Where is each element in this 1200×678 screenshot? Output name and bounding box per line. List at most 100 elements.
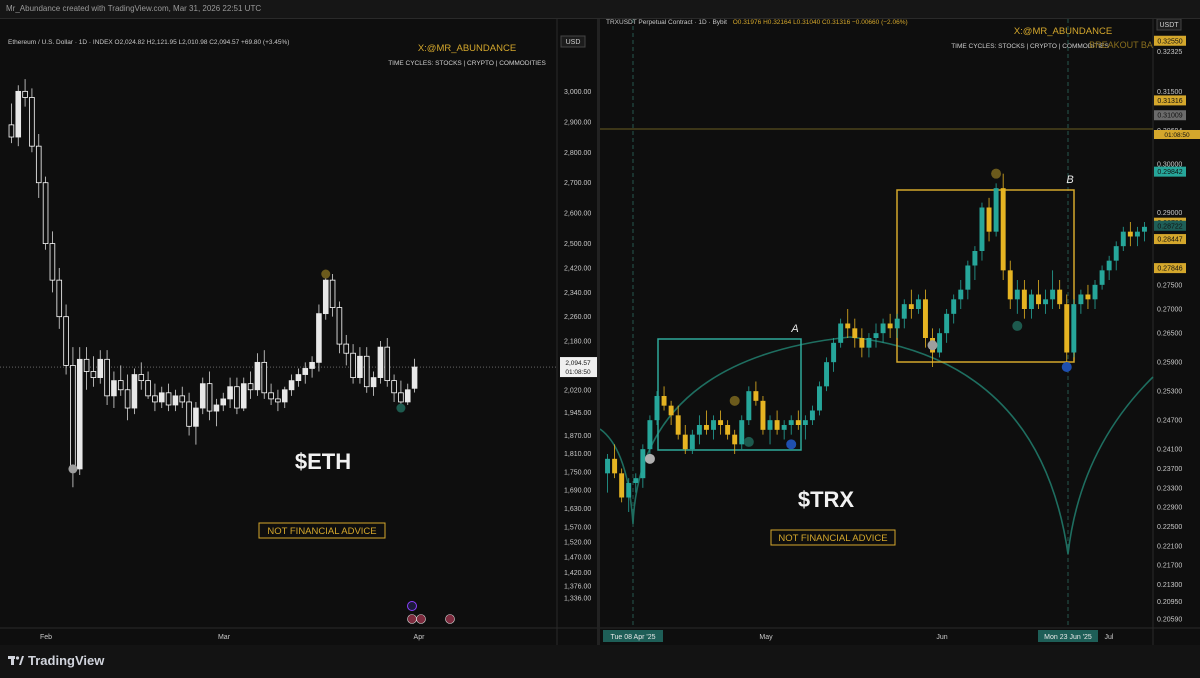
eth-candle-body (295, 374, 302, 382)
trx-legend-pair: TRXUSDT Perpetual Contract · 1D · Bybit (606, 19, 727, 26)
eth-y-tick-label: 1,810.00 (564, 451, 591, 458)
trx-candle-body (788, 420, 794, 425)
flag-icon[interactable] (445, 614, 455, 624)
eth-event-icons[interactable] (407, 601, 455, 624)
trx-chart-pane[interactable]: TRXUSDT Perpetual Contract · 1D · Bybit … (600, 19, 1200, 645)
trx-candle-body (809, 410, 815, 421)
trx-candle-body (908, 304, 914, 309)
trx-price-tag-value: 0.28447 (1157, 237, 1182, 244)
eth-candle-body (35, 145, 42, 184)
eth-watermark-sub: TIME CYCLES: STOCKS | CRYPTO | COMMODITI… (388, 60, 546, 67)
eth-candle-body (179, 395, 186, 403)
trx-candle-body (746, 391, 752, 421)
trx-y-tick-label: 0.21300 (1157, 582, 1182, 589)
trx-candle-body (626, 483, 632, 498)
trx-chart-svg[interactable]: USDT X:@MR_ABUNDANCE TIME CYCLES: STOCKS… (600, 19, 1200, 645)
eth-candle-body (49, 243, 56, 281)
eth-chart-pane[interactable]: Ethereum / U.S. Dollar · 1D · INDEX O2,0… (0, 19, 597, 645)
flag-icon[interactable] (416, 614, 426, 624)
trx-candle-body (605, 458, 611, 474)
eth-candle-body (350, 352, 356, 378)
trx-y-tick-label: 0.25900 (1157, 360, 1182, 367)
eth-candle-body (131, 374, 138, 409)
trx-price-tag-value: 0.28722 (1157, 223, 1182, 230)
eth-y-tick-label: 2,420.00 (564, 265, 591, 272)
eth-candle-body (76, 358, 83, 470)
trx-countdown: 01:08:50 (1164, 132, 1190, 139)
trx-candle-body (1120, 231, 1126, 247)
eth-candle-body (384, 346, 391, 382)
eth-candle-body (199, 383, 206, 409)
trx-price-tag-value: 0.29842 (1157, 169, 1182, 176)
trx-cycle-marker (927, 340, 938, 351)
eth-y-tick-label: 1,750.00 (564, 469, 591, 476)
trx-candle-body (887, 323, 893, 329)
trx-candle-body (619, 473, 625, 498)
trx-candle-body (1043, 299, 1049, 305)
trx-candle-body (689, 434, 695, 450)
trx-candle-body (1050, 289, 1056, 300)
trx-y-tick-label: 0.22500 (1157, 524, 1182, 531)
trx-candle-body (979, 207, 985, 251)
trx-candle-body (1134, 231, 1140, 237)
eth-y-tick-label: 2,340.00 (564, 290, 591, 297)
trx-candle-body (1057, 289, 1063, 305)
tradingview-logo[interactable]: TradingView (8, 653, 104, 668)
trx-candle-body (795, 420, 801, 425)
eth-candle-body (70, 365, 76, 470)
trx-currency-label: USDT (1159, 22, 1179, 29)
trx-x-tick-label: Mon 23 Jun '25 (1044, 634, 1092, 641)
eth-candle-body (22, 90, 28, 98)
trx-candle-body (1099, 270, 1105, 285)
trx-candle-body (1021, 289, 1027, 309)
eth-y-tick-label: 1,630.00 (564, 506, 591, 513)
trx-candle-body (647, 420, 653, 450)
trx-candle-body (739, 420, 745, 445)
trx-cycle-marker (729, 395, 740, 406)
lightning-icon[interactable] (407, 601, 417, 611)
eth-y-tick-label: 3,000.00 (564, 89, 591, 96)
eth-y-tick-label: 1,376.00 (564, 583, 591, 590)
trx-price-tag-value: 0.27846 (1157, 266, 1182, 273)
eth-candle-body (152, 395, 158, 403)
eth-candle-body (281, 389, 288, 403)
trx-y-tick-label: 0.23700 (1157, 466, 1182, 473)
eth-price-tag-value: 2,094.57 (565, 360, 591, 367)
trx-candle-body (661, 396, 667, 406)
eth-candle-body (193, 407, 199, 427)
trx-y-tick-label: 0.20590 (1157, 616, 1182, 623)
flag-icon[interactable] (407, 614, 417, 624)
tradingview-brand-text: TradingView (28, 653, 105, 668)
trx-y-tick-label: 0.22900 (1157, 505, 1182, 512)
trx-candle-body (845, 323, 851, 329)
trx-candle-body (711, 420, 716, 430)
eth-y-tick-label: 2,020.00 (564, 387, 591, 394)
eth-candle-body (172, 395, 179, 406)
trx-price-tag-value: 0.31009 (1157, 113, 1182, 120)
trx-candle-body (682, 434, 688, 450)
tradingview-logo-icon (8, 656, 24, 665)
trx-candle-body (767, 420, 773, 430)
eth-chart-svg[interactable]: USD X:@MR_ABUNDANCE TIME CYCLES: STOCKS … (0, 19, 597, 645)
trx-y-tick-label: 0.32325 (1157, 49, 1182, 56)
trx-candle-body (901, 304, 907, 319)
eth-last-price-tag: 2,094.57 01:08:50 (560, 357, 597, 378)
eth-candle-body (83, 358, 90, 372)
eth-candle-body (186, 401, 192, 427)
trx-candle-body (725, 425, 731, 435)
trx-legend-ohlc: O0.31976 H0.32164 L0.31040 C0.31316 −0.0… (732, 19, 908, 26)
eth-candle-body (145, 380, 151, 397)
eth-y-tick-label: 1,420.00 (564, 570, 591, 577)
trx-x-tick-label: Jul (1105, 634, 1114, 641)
eth-y-tick-label: 1,470.00 (564, 555, 591, 562)
eth-candle-body (288, 380, 295, 391)
trx-candle-body (654, 396, 660, 421)
trx-candle-body (633, 478, 639, 483)
eth-candle-body (268, 392, 274, 400)
eth-candle-body (111, 380, 117, 397)
eth-candle-body (370, 377, 377, 388)
trx-candle-body (859, 338, 865, 348)
eth-candle-body (213, 404, 220, 412)
trx-x-tick-label: Tue 08 Apr '25 (610, 634, 655, 641)
eth-candle-body (56, 279, 63, 318)
